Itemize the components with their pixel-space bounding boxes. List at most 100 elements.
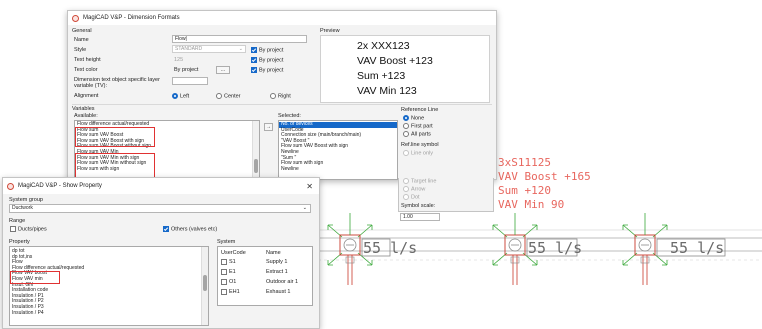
system-name: Extract 1 [266, 269, 288, 275]
annotation-line-2: VAV Boost +165 [498, 170, 591, 183]
property-window-title: MagiCAD V&P - Show Property [18, 183, 102, 189]
property-label: Property [9, 239, 30, 245]
reference-symbol-panel: Target line Arrow Dot Symbol scale: [398, 178, 494, 212]
ref-none-label: None [411, 115, 425, 122]
ref-none-radio[interactable]: None [403, 115, 424, 121]
table-row[interactable]: O1 Outdoor air 1 [221, 279, 298, 286]
property-scrollbar[interactable] [201, 247, 208, 325]
sym-target-label: Target line [411, 178, 437, 185]
flow-label-2[interactable]: 55 l/s [528, 239, 582, 257]
layer-variable-input[interactable] [172, 77, 208, 85]
system-code: O1 [229, 279, 237, 286]
name-input[interactable]: Flow| [172, 35, 307, 43]
align-center-label: Center [224, 93, 241, 100]
flow-label-3[interactable]: 55 l/s [670, 239, 724, 257]
table-row[interactable]: E1 Extract 1 [221, 269, 288, 276]
scroll-thumb[interactable] [203, 275, 207, 291]
ducts-pipes-checkbox[interactable]: Ducts/pipes [10, 226, 47, 232]
system-table[interactable]: UserCode Name S1 Supply 1 E1 Extract 1 O… [217, 246, 313, 306]
variables-label: Variables [72, 106, 95, 112]
style-by-project[interactable]: By project [251, 47, 283, 53]
preview-line-4: VAV Min 123 [357, 85, 417, 97]
system-code: S1 [229, 259, 236, 266]
ducts-pipes-label: Ducts/pipes [18, 226, 47, 233]
available-scrollbar[interactable] [252, 121, 259, 179]
magicad-app-icon [7, 182, 14, 190]
selected-variables-list[interactable]: No. of devices UserCode Connection size … [278, 120, 398, 180]
system-name: Outdoor air 1 [266, 279, 299, 285]
checkbox-icon [221, 279, 227, 285]
list-item[interactable]: Newline [279, 166, 397, 173]
annotation-line-3: Sum +120 [498, 184, 551, 197]
move-to-selected-button[interactable]: → [264, 123, 273, 131]
flow-label-1[interactable]: 55 l/s [363, 239, 417, 257]
radio-icon [403, 186, 409, 192]
list-item[interactable]: Insulation / P4 [10, 310, 208, 317]
sym-line-radio[interactable]: Line only [403, 150, 433, 156]
ref-all-label: All parts [411, 131, 431, 138]
ref-first-label: First part [411, 123, 433, 130]
radio-icon [403, 123, 409, 129]
table-row[interactable]: S1 Supply 1 [221, 259, 287, 266]
text-height-label: Text height [74, 57, 101, 63]
sym-target-radio[interactable]: Target line [403, 178, 436, 184]
chevron-down-icon: ⌄ [302, 205, 307, 211]
range-label: Range [9, 218, 26, 224]
available-label: Available: [74, 113, 98, 119]
alignment-label: Alignment [74, 93, 99, 99]
property-window-titlebar[interactable]: MagiCAD V&P - Show Property ✕ [3, 178, 319, 194]
style-select[interactable]: STANDARD ⌄ [172, 45, 246, 53]
dimension-formats-window: MagiCAD V&P - Dimension Formats General … [67, 10, 497, 180]
radio-icon [216, 93, 222, 99]
text-height-by-project[interactable]: By project [251, 57, 283, 63]
table-row[interactable]: EH1 Exhaust 1 [221, 289, 290, 296]
cad-annotation[interactable]: 3xS11125 VAV Boost +165 Sum +120 VAV Min… [498, 156, 591, 212]
show-property-window: MagiCAD V&P - Show Property ✕ System gro… [2, 177, 320, 329]
symbol-scale-label: Symbol scale: [401, 203, 436, 209]
sym-line-label: Line only [411, 150, 434, 157]
text-color-picker-button[interactable]: ... [216, 66, 230, 74]
highlight-min-items [75, 153, 155, 178]
by-project-label: By project [259, 57, 284, 64]
text-color-by-project[interactable]: By project [251, 67, 283, 73]
preview-line-1: 2x XXX123 [357, 40, 410, 52]
reference-line-label: Reference Line [401, 107, 439, 113]
checkbox-checked-icon [251, 57, 257, 63]
system-name: Exhaust 1 [266, 289, 291, 295]
style-label: Style [74, 47, 87, 53]
ref-symbol-label: Ref.line symbol [401, 142, 439, 148]
align-center-radio[interactable]: Center [216, 93, 241, 99]
close-icon[interactable]: ✕ [306, 182, 313, 191]
system-group-select[interactable]: Ductwork ⌄ [9, 204, 311, 213]
others-checkbox[interactable]: Others (valves etc) [163, 226, 217, 232]
preview-line-2: VAV Boost +123 [357, 55, 433, 67]
align-left-label: Left [180, 93, 190, 100]
scroll-thumb[interactable] [254, 159, 258, 173]
system-group-label: System group [9, 197, 43, 203]
property-list[interactable]: dp tot dp tot,ins Flow Flow difference a… [9, 246, 209, 326]
system-code: E1 [229, 269, 236, 276]
checkbox-icon [221, 259, 227, 265]
by-project-label: By project [259, 67, 284, 74]
system-group-value: Ductwork [12, 205, 33, 211]
align-right-radio[interactable]: Right [270, 93, 291, 99]
ref-all-radio[interactable]: All parts [403, 131, 431, 137]
symbol-scale-input[interactable]: 1.00 [400, 213, 440, 221]
checkbox-icon [221, 289, 227, 295]
text-height-value[interactable]: 125 [174, 57, 183, 63]
sym-dot-label: Dot [411, 194, 420, 201]
sym-arrow-radio[interactable]: Arrow [403, 186, 425, 192]
ref-first-radio[interactable]: First part [403, 123, 433, 129]
usercode-header: UserCode [221, 250, 246, 256]
checkbox-icon [10, 226, 16, 232]
align-left-radio[interactable]: Left [172, 93, 189, 99]
system-code: EH1 [229, 289, 240, 296]
annotation-line-4: VAV Min 90 [498, 198, 565, 211]
dimension-window-titlebar[interactable]: MagiCAD V&P - Dimension Formats [68, 11, 496, 25]
radio-selected-icon [403, 115, 409, 121]
highlight-boost-items [75, 127, 155, 147]
magicad-app-icon [72, 14, 79, 22]
style-value: STANDARD [175, 46, 203, 52]
sym-dot-radio[interactable]: Dot [403, 194, 420, 200]
annotation-line-1: 3xS11125 [498, 156, 551, 169]
